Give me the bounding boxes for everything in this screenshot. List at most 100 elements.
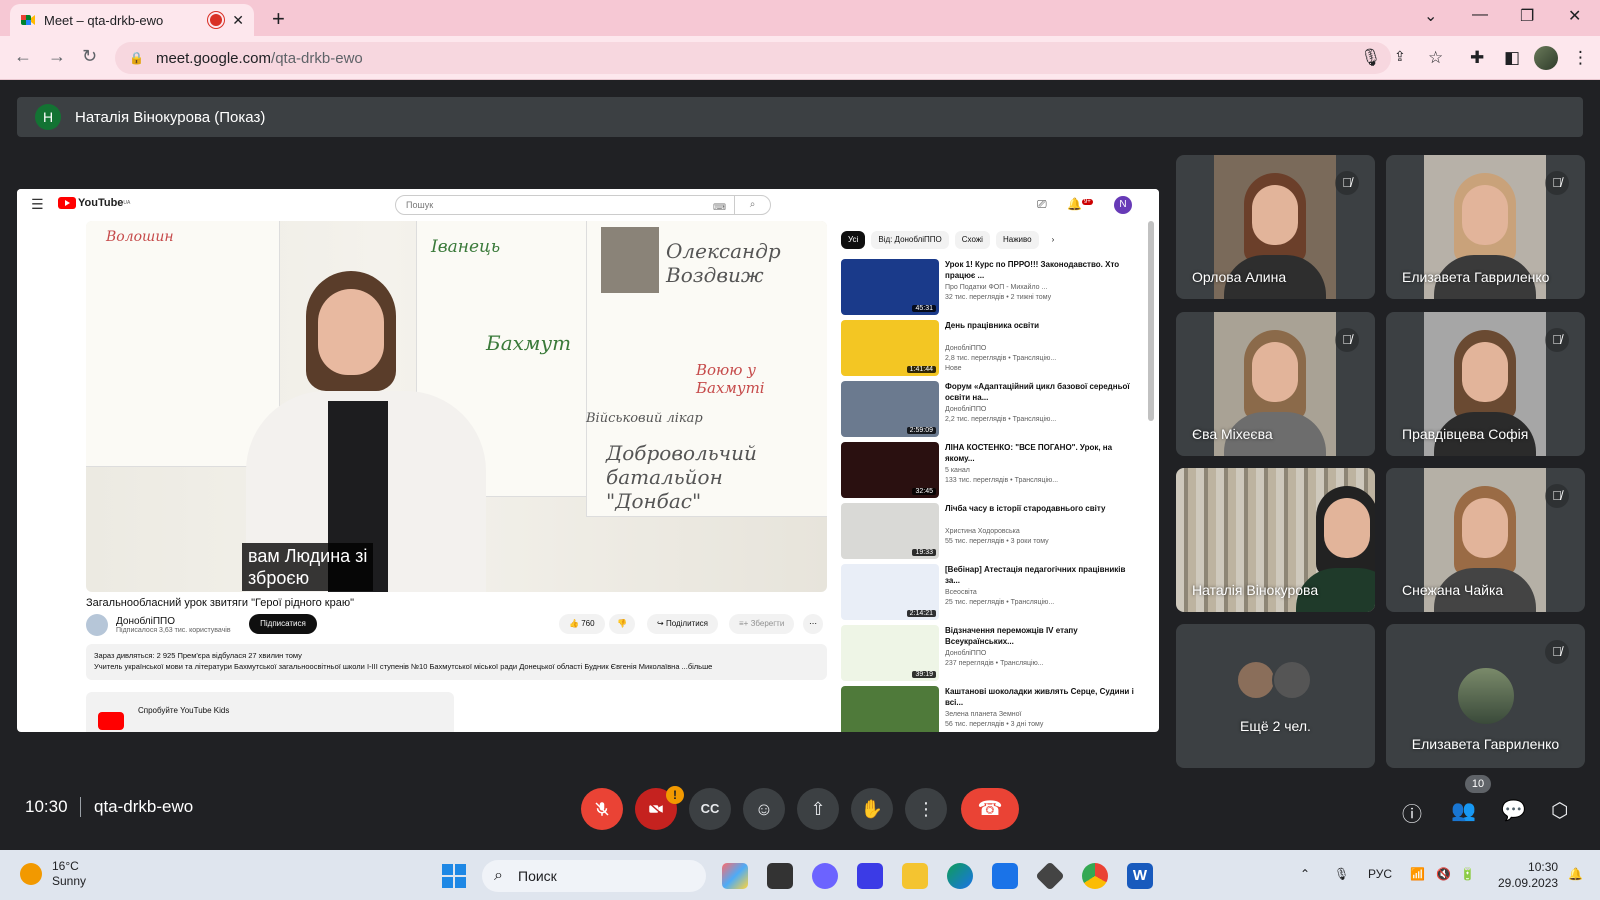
video-thumbnail[interactable]: 1:41:44	[841, 320, 939, 376]
participant-tile[interactable]: 🎙̸ Снежана Чайка	[1386, 468, 1585, 612]
app-generic-icon[interactable]	[1035, 861, 1065, 891]
app-teams-chat-icon[interactable]	[812, 863, 838, 889]
search-icon[interactable]: ⌕	[734, 196, 770, 214]
emoji-reactions-button[interactable]: ☺	[743, 788, 785, 830]
youtube-kids-promo[interactable]: Спробуйте YouTube Kids	[86, 692, 454, 732]
bookmark-star-icon[interactable]: ☆	[1428, 48, 1443, 68]
like-button[interactable]: 👍 760	[559, 614, 605, 634]
participant-tile[interactable]: 🎙̸ Елизавета Гавриленко	[1386, 624, 1585, 768]
app-word-icon[interactable]: W	[1127, 863, 1153, 889]
recommended-title[interactable]: Урок 1! Курс по ПРРО!!! Законодавство. Х…	[945, 259, 1135, 281]
back-icon[interactable]: ←	[14, 46, 32, 67]
share-button[interactable]: ↪ Поділитися	[647, 614, 719, 634]
app-file-explorer-icon[interactable]	[902, 863, 928, 889]
app-chrome-icon[interactable]	[1082, 863, 1108, 889]
app-edge-icon[interactable]	[947, 863, 973, 889]
chip-from-channel[interactable]: Від: ДонобліППО	[871, 231, 949, 249]
captions-button[interactable]: CC	[689, 788, 731, 830]
input-language[interactable]: РУС	[1368, 867, 1392, 881]
extensions-puzzle-icon[interactable]: ✚	[1470, 48, 1484, 68]
recommended-title[interactable]: Форум «Адаптаційний цикл базової середнь…	[945, 381, 1135, 403]
video-thumbnail[interactable]: 45:31	[841, 259, 939, 315]
windows-start-icon[interactable]	[442, 864, 466, 888]
tab-close-icon[interactable]: ✕	[232, 12, 244, 29]
keyboard-icon[interactable]: ⌨	[713, 198, 726, 216]
recommended-title[interactable]: ЛІНА КОСТЕНКО: "ВСЕ ПОГАНО". Урок, на як…	[945, 442, 1135, 464]
chip-similar[interactable]: Схожі	[954, 231, 990, 249]
recommended-video[interactable]: 39:19 Відзначення переможців IV етапу Все…	[841, 625, 1141, 686]
video-thumbnail[interactable]	[841, 686, 939, 732]
new-tab-button[interactable]: +	[272, 6, 285, 32]
participant-tile[interactable]: Ещё 2 чел.	[1176, 624, 1375, 768]
microphone-icon[interactable]: 🎙	[1360, 48, 1382, 68]
taskbar-search[interactable]: ⌕ Поиск	[482, 860, 706, 892]
notifications-icon[interactable]: 🔔	[1568, 867, 1583, 881]
video-player[interactable]: Олександр Воздвиж Волошин Іванець Бахмут…	[86, 221, 827, 592]
forward-icon[interactable]: →	[48, 46, 66, 67]
youtube-search-input[interactable]: Пошук ⌨ ⌕	[395, 195, 771, 215]
dislike-button[interactable]: 👎	[609, 614, 635, 634]
recommended-video[interactable]: 2:59:09 Форум «Адаптаційний цикл базової …	[841, 381, 1141, 442]
recommended-video[interactable]: Каштанові шоколадки живлять Серце, Судин…	[841, 686, 1141, 732]
menu-hamburger-icon[interactable]: ☰	[31, 196, 44, 213]
recommended-video[interactable]: 19:33 Лічба часу в історії стародавнього …	[841, 503, 1141, 564]
recommended-video[interactable]: 1:41:44 День працівника освіти ДонобліППО 2…	[841, 320, 1141, 381]
participant-tile[interactable]: 🎙̸ Єва Міхеєва	[1176, 312, 1375, 456]
chip-live[interactable]: Наживо	[995, 231, 1039, 249]
participant-tile[interactable]: Наталія Вінокурова	[1176, 468, 1375, 612]
app-math-icon[interactable]	[857, 863, 883, 889]
browser-tab-meet[interactable]: Meet – qta-drkb-ewo ✕	[10, 4, 254, 36]
channel-avatar[interactable]	[86, 614, 108, 636]
youtube-logo[interactable]: YouTube UA	[58, 197, 130, 209]
recommended-title[interactable]: День працівника освіти	[945, 320, 1135, 331]
close-window-button[interactable]: ✕	[1568, 6, 1581, 26]
present-screen-button[interactable]: ⇧	[797, 788, 839, 830]
minimize-button[interactable]: —	[1472, 6, 1488, 24]
recommended-title[interactable]: Відзначення переможців IV етапу Всеукраї…	[945, 625, 1135, 647]
participant-tile[interactable]: 🎙̸ Елизавета Гавриленко	[1386, 155, 1585, 299]
volume-muted-icon[interactable]: 🔇	[1436, 867, 1451, 881]
app-task-view-icon[interactable]	[767, 863, 793, 889]
raise-hand-button[interactable]: ✋	[851, 788, 893, 830]
maximize-button[interactable]: ❐	[1520, 6, 1534, 26]
recommended-video[interactable]: 2:14:21 [Вебінар] Атестація педагогічних …	[841, 564, 1141, 625]
battery-icon[interactable]: 🔋	[1460, 867, 1475, 881]
side-panel-icon[interactable]: ◧	[1504, 48, 1520, 68]
tray-mic-icon[interactable]: 🎙	[1334, 867, 1349, 881]
share-page-icon[interactable]: ⇪	[1394, 48, 1406, 65]
app-store-icon[interactable]	[992, 863, 1018, 889]
video-thumbnail[interactable]: 2:14:21	[841, 564, 939, 620]
notifications-bell-icon[interactable]: 🔔 9+	[1067, 197, 1093, 211]
chat-icon[interactable]: 💬	[1501, 798, 1526, 823]
page-scrollbar[interactable]	[1148, 221, 1154, 421]
address-bar[interactable]: 🔒 meet.google.com/qta-drkb-ewo	[115, 42, 1391, 74]
recommended-title[interactable]: [Вебінар] Атестація педагогічних працівн…	[945, 564, 1135, 586]
app-copilot-icon[interactable]	[722, 863, 748, 889]
recommended-title[interactable]: Каштанові шоколадки живлять Серце, Судин…	[945, 686, 1135, 708]
channel-name[interactable]: ДонобліППО	[116, 616, 231, 627]
microphone-off-button[interactable]	[581, 788, 623, 830]
video-thumbnail[interactable]: 39:19	[841, 625, 939, 681]
save-button[interactable]: ≡+ Зберегти	[729, 614, 795, 634]
chip-all[interactable]: Усі	[841, 231, 866, 249]
more-options-button[interactable]: ⋮	[905, 788, 947, 830]
video-description[interactable]: Зараз дивляться: 2 925 Прем'єра відбулас…	[86, 644, 827, 680]
chrome-profile-avatar[interactable]	[1534, 46, 1558, 70]
people-icon[interactable]: 👥	[1451, 798, 1476, 823]
channel-info[interactable]: ДонобліППО Підписалося 3,63 тис. користу…	[86, 614, 231, 636]
video-thumbnail[interactable]: 2:59:09	[841, 381, 939, 437]
leave-call-button[interactable]: ☎	[961, 788, 1019, 830]
weather-widget[interactable]: 16°C Sunny	[20, 859, 86, 889]
meeting-info-icon[interactable]: ⓘ	[1402, 798, 1422, 827]
tab-search-icon[interactable]: ⌄	[1424, 6, 1437, 26]
recommended-video[interactable]: 32:45 ЛІНА КОСТЕНКО: "ВСЕ ПОГАНО". Урок, …	[841, 442, 1141, 503]
reload-icon[interactable]: ↻	[82, 46, 97, 67]
chrome-menu-icon[interactable]: ⋮	[1572, 48, 1589, 68]
subscribe-button[interactable]: Підписатися	[249, 614, 317, 634]
video-thumbnail[interactable]: 32:45	[841, 442, 939, 498]
participant-tile[interactable]: 🎙̸ Орлова Алина	[1176, 155, 1375, 299]
recommended-title[interactable]: Лічба часу в історії стародавнього світу	[945, 503, 1135, 514]
participant-tile[interactable]: 🎙̸ Правдівцева Софія	[1386, 312, 1585, 456]
activities-icon[interactable]: ⬡	[1551, 798, 1568, 823]
more-actions-icon[interactable]: ⋯	[803, 614, 823, 634]
